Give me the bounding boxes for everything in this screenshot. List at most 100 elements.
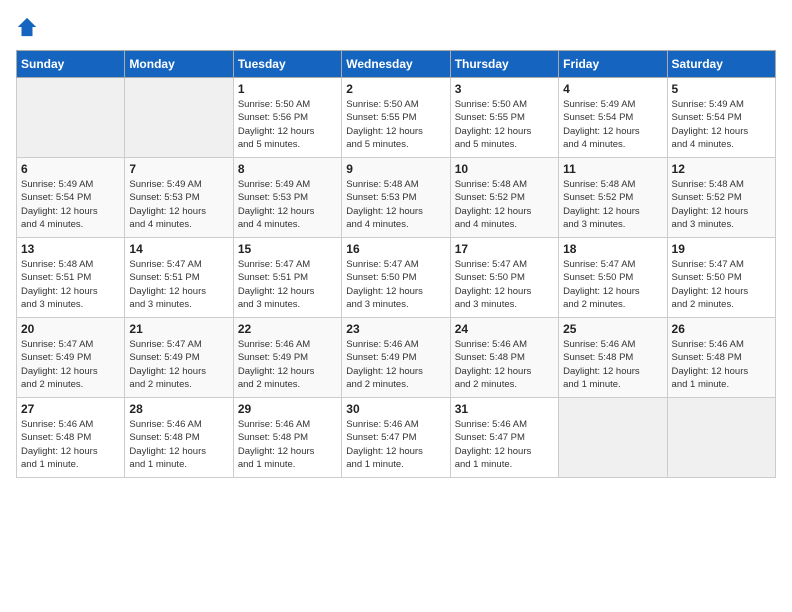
day-number: 21 [129, 322, 228, 336]
calendar-cell: 19Sunrise: 5:47 AM Sunset: 5:50 PM Dayli… [667, 238, 775, 318]
page-header [16, 16, 776, 38]
calendar-cell: 5Sunrise: 5:49 AM Sunset: 5:54 PM Daylig… [667, 78, 775, 158]
day-number: 26 [672, 322, 771, 336]
day-number: 9 [346, 162, 445, 176]
calendar-cell: 8 Sunrise: 5:49 AM Sunset: 5:53 PM Daylig… [233, 158, 341, 238]
calendar-cell: 27Sunrise: 5:46 AM Sunset: 5:48 PM Dayli… [17, 398, 125, 478]
day-info: Sunrise: 5:47 AM Sunset: 5:50 PM Dayligh… [672, 258, 771, 311]
calendar-week-row: 6 Sunrise: 5:49 AM Sunset: 5:54 PM Daylig… [17, 158, 776, 238]
calendar-cell [667, 398, 775, 478]
day-number: 1 [238, 82, 337, 96]
calendar-cell: 2 Sunrise: 5:50 AM Sunset: 5:55 PM Daylig… [342, 78, 450, 158]
calendar-cell: 22 Sunrise: 5:46 AM Sunset: 5:49 PM Dayli… [233, 318, 341, 398]
calendar-cell: 17 Sunrise: 5:47 AM Sunset: 5:50 PM Dayli… [450, 238, 558, 318]
day-info: Sunrise: 5:46 AM Sunset: 5:49 PM Dayligh… [346, 338, 445, 391]
day-number: 8 [238, 162, 337, 176]
day-number: 12 [672, 162, 771, 176]
calendar-week-row: 1Sunrise: 5:50 AM Sunset: 5:56 PM Daylig… [17, 78, 776, 158]
day-number: 31 [455, 402, 554, 416]
day-number: 6 [21, 162, 120, 176]
day-info: Sunrise: 5:46 AM Sunset: 5:48 PM Dayligh… [563, 338, 662, 391]
day-number: 2 [346, 82, 445, 96]
calendar-cell: 28 Sunrise: 5:46 AM Sunset: 5:48 PM Dayli… [125, 398, 233, 478]
calendar-cell: 1Sunrise: 5:50 AM Sunset: 5:56 PM Daylig… [233, 78, 341, 158]
day-header-tuesday: Tuesday [233, 51, 341, 78]
day-info: Sunrise: 5:48 AM Sunset: 5:52 PM Dayligh… [563, 178, 662, 231]
calendar-cell: 12 Sunrise: 5:48 AM Sunset: 5:52 PM Dayli… [667, 158, 775, 238]
day-info: Sunrise: 5:49 AM Sunset: 5:54 PM Dayligh… [21, 178, 120, 231]
day-number: 7 [129, 162, 228, 176]
day-number: 30 [346, 402, 445, 416]
calendar-cell: 14 Sunrise: 5:47 AM Sunset: 5:51 PM Dayli… [125, 238, 233, 318]
day-header-friday: Friday [559, 51, 667, 78]
day-number: 29 [238, 402, 337, 416]
day-info: Sunrise: 5:47 AM Sunset: 5:49 PM Dayligh… [21, 338, 120, 391]
calendar-cell: 7 Sunrise: 5:49 AM Sunset: 5:53 PM Daylig… [125, 158, 233, 238]
calendar-cell: 4Sunrise: 5:49 AM Sunset: 5:54 PM Daylig… [559, 78, 667, 158]
calendar-cell: 25Sunrise: 5:46 AM Sunset: 5:48 PM Dayli… [559, 318, 667, 398]
calendar-cell: 24 Sunrise: 5:46 AM Sunset: 5:48 PM Dayli… [450, 318, 558, 398]
day-number: 18 [563, 242, 662, 256]
day-info: Sunrise: 5:48 AM Sunset: 5:53 PM Dayligh… [346, 178, 445, 231]
day-number: 23 [346, 322, 445, 336]
calendar-cell [17, 78, 125, 158]
day-info: Sunrise: 5:46 AM Sunset: 5:47 PM Dayligh… [346, 418, 445, 471]
day-info: Sunrise: 5:48 AM Sunset: 5:52 PM Dayligh… [672, 178, 771, 231]
calendar-cell: 9 Sunrise: 5:48 AM Sunset: 5:53 PM Daylig… [342, 158, 450, 238]
day-number: 11 [563, 162, 662, 176]
calendar-body: 1Sunrise: 5:50 AM Sunset: 5:56 PM Daylig… [17, 78, 776, 478]
calendar-cell: 6 Sunrise: 5:49 AM Sunset: 5:54 PM Daylig… [17, 158, 125, 238]
calendar-cell: 20 Sunrise: 5:47 AM Sunset: 5:49 PM Dayli… [17, 318, 125, 398]
day-info: Sunrise: 5:46 AM Sunset: 5:49 PM Dayligh… [238, 338, 337, 391]
calendar-cell: 26 Sunrise: 5:46 AM Sunset: 5:48 PM Dayli… [667, 318, 775, 398]
calendar-cell: 11 Sunrise: 5:48 AM Sunset: 5:52 PM Dayli… [559, 158, 667, 238]
calendar-cell: 10Sunrise: 5:48 AM Sunset: 5:52 PM Dayli… [450, 158, 558, 238]
day-info: Sunrise: 5:47 AM Sunset: 5:50 PM Dayligh… [563, 258, 662, 311]
day-number: 16 [346, 242, 445, 256]
calendar-cell: 13 Sunrise: 5:48 AM Sunset: 5:51 PM Dayli… [17, 238, 125, 318]
day-info: Sunrise: 5:47 AM Sunset: 5:51 PM Dayligh… [238, 258, 337, 311]
calendar-cell: 16 Sunrise: 5:47 AM Sunset: 5:50 PM Dayli… [342, 238, 450, 318]
day-header-saturday: Saturday [667, 51, 775, 78]
day-info: Sunrise: 5:47 AM Sunset: 5:50 PM Dayligh… [455, 258, 554, 311]
day-header-monday: Monday [125, 51, 233, 78]
calendar-cell: 18 Sunrise: 5:47 AM Sunset: 5:50 PM Dayli… [559, 238, 667, 318]
calendar-header-row: SundayMondayTuesdayWednesdayThursdayFrid… [17, 51, 776, 78]
day-info: Sunrise: 5:46 AM Sunset: 5:48 PM Dayligh… [129, 418, 228, 471]
calendar-cell: 3Sunrise: 5:50 AM Sunset: 5:55 PM Daylig… [450, 78, 558, 158]
calendar-cell: 23 Sunrise: 5:46 AM Sunset: 5:49 PM Dayli… [342, 318, 450, 398]
day-info: Sunrise: 5:46 AM Sunset: 5:48 PM Dayligh… [455, 338, 554, 391]
calendar-cell: 29 Sunrise: 5:46 AM Sunset: 5:48 PM Dayli… [233, 398, 341, 478]
day-info: Sunrise: 5:46 AM Sunset: 5:47 PM Dayligh… [455, 418, 554, 471]
day-number: 24 [455, 322, 554, 336]
calendar-week-row: 13 Sunrise: 5:48 AM Sunset: 5:51 PM Dayli… [17, 238, 776, 318]
day-header-thursday: Thursday [450, 51, 558, 78]
day-info: Sunrise: 5:46 AM Sunset: 5:48 PM Dayligh… [238, 418, 337, 471]
calendar-table: SundayMondayTuesdayWednesdayThursdayFrid… [16, 50, 776, 478]
day-number: 3 [455, 82, 554, 96]
logo [16, 16, 42, 38]
day-info: Sunrise: 5:46 AM Sunset: 5:48 PM Dayligh… [672, 338, 771, 391]
day-info: Sunrise: 5:47 AM Sunset: 5:49 PM Dayligh… [129, 338, 228, 391]
calendar-week-row: 27Sunrise: 5:46 AM Sunset: 5:48 PM Dayli… [17, 398, 776, 478]
day-number: 14 [129, 242, 228, 256]
day-number: 17 [455, 242, 554, 256]
calendar-cell: 21 Sunrise: 5:47 AM Sunset: 5:49 PM Dayli… [125, 318, 233, 398]
day-info: Sunrise: 5:48 AM Sunset: 5:52 PM Dayligh… [455, 178, 554, 231]
day-info: Sunrise: 5:49 AM Sunset: 5:53 PM Dayligh… [238, 178, 337, 231]
day-number: 13 [21, 242, 120, 256]
day-number: 20 [21, 322, 120, 336]
day-info: Sunrise: 5:48 AM Sunset: 5:51 PM Dayligh… [21, 258, 120, 311]
day-number: 22 [238, 322, 337, 336]
calendar-cell: 15Sunrise: 5:47 AM Sunset: 5:51 PM Dayli… [233, 238, 341, 318]
day-info: Sunrise: 5:50 AM Sunset: 5:55 PM Dayligh… [346, 98, 445, 151]
day-info: Sunrise: 5:47 AM Sunset: 5:50 PM Dayligh… [346, 258, 445, 311]
day-header-wednesday: Wednesday [342, 51, 450, 78]
day-number: 5 [672, 82, 771, 96]
day-info: Sunrise: 5:46 AM Sunset: 5:48 PM Dayligh… [21, 418, 120, 471]
day-info: Sunrise: 5:49 AM Sunset: 5:53 PM Dayligh… [129, 178, 228, 231]
calendar-cell: 31 Sunrise: 5:46 AM Sunset: 5:47 PM Dayli… [450, 398, 558, 478]
calendar-cell [125, 78, 233, 158]
day-info: Sunrise: 5:47 AM Sunset: 5:51 PM Dayligh… [129, 258, 228, 311]
day-number: 28 [129, 402, 228, 416]
